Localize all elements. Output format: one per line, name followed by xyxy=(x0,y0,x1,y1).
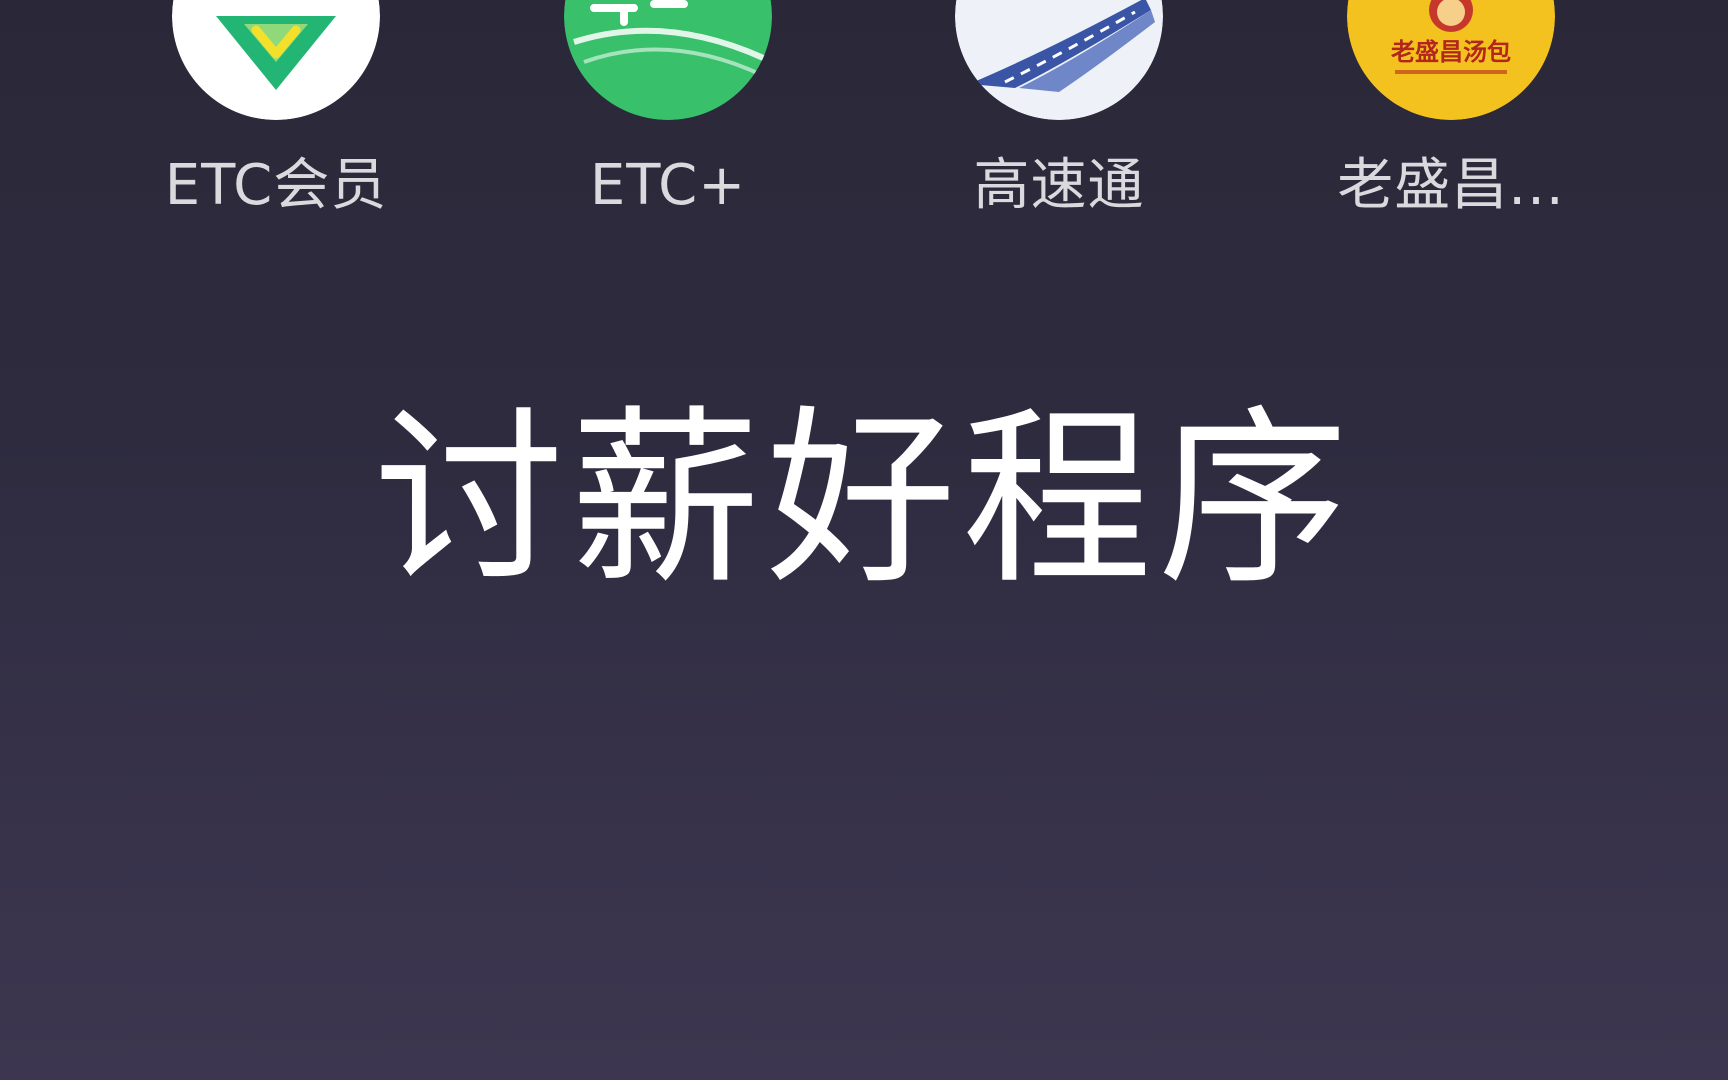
laoshengchang-icon: 老盛昌汤包 xyxy=(1347,0,1555,120)
highway-icon xyxy=(955,0,1163,120)
app-label: ETC会员 xyxy=(164,153,388,218)
headline-caption: 讨薪好程序 xyxy=(373,389,1354,610)
etc-plus-icon xyxy=(564,0,772,120)
app-laoshengchang[interactable]: 老盛昌汤包 老盛昌... xyxy=(1301,0,1601,230)
app-highway[interactable]: 高速通 xyxy=(909,0,1209,230)
app-row: ETC会员 ETC+ 高速通 老盛昌汤包 老盛昌... xyxy=(0,0,1728,230)
app-etc-member[interactable]: ETC会员 xyxy=(126,0,426,230)
etc-member-icon xyxy=(172,0,380,120)
app-label: 高速通 xyxy=(973,153,1145,218)
app-label: 老盛昌... xyxy=(1337,153,1565,218)
app-label: ETC+ xyxy=(589,153,747,218)
svg-text:老盛昌汤包: 老盛昌汤包 xyxy=(1391,38,1511,66)
app-etc-plus[interactable]: ETC+ xyxy=(518,0,818,230)
